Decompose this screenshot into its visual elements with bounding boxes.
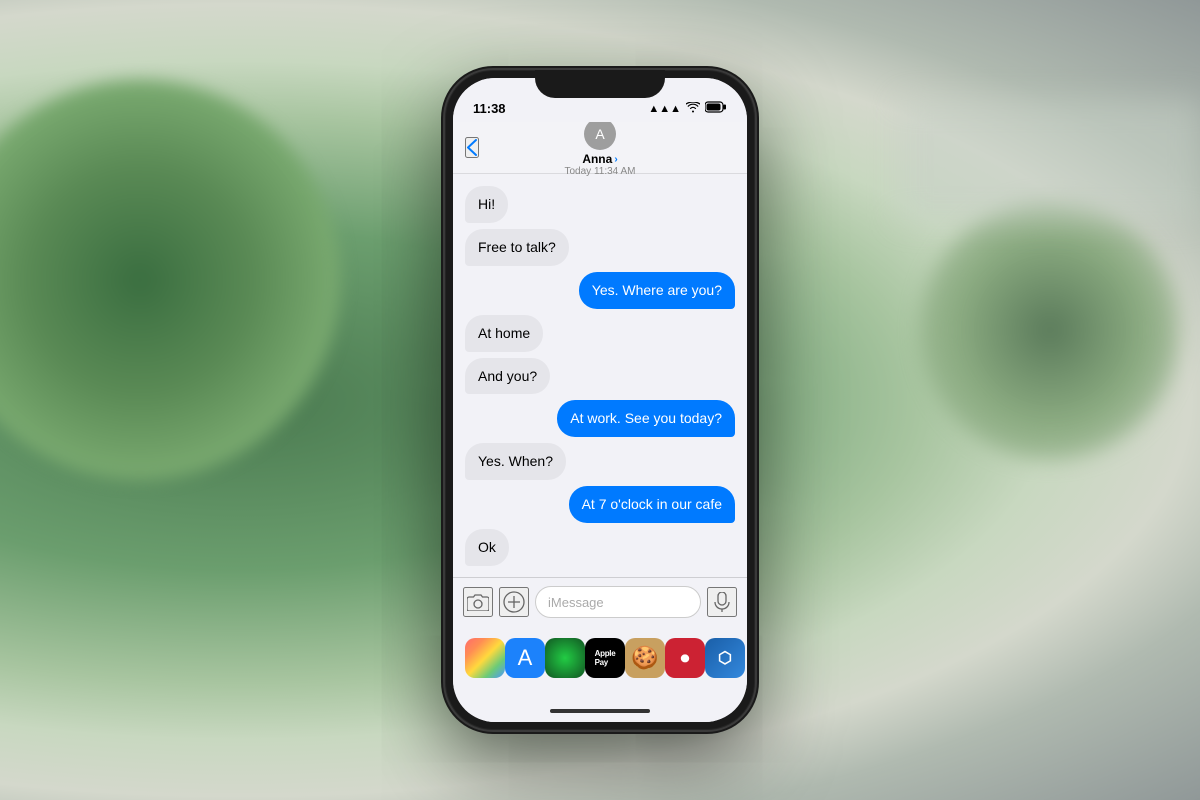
phone-screen: 11:38 ▲▲▲ xyxy=(453,78,747,722)
contact-avatar: A xyxy=(584,118,616,150)
appstore-icon[interactable]: A xyxy=(505,638,545,678)
imessage-input[interactable]: iMessage xyxy=(535,586,701,618)
dock: A ApplePay 🍪 ⏺ ⬡ xyxy=(453,626,747,700)
message-bubble: Hi! xyxy=(465,186,508,223)
home-indicator xyxy=(453,700,747,722)
contact-chevron: › xyxy=(614,154,617,165)
nav-timestamp: Today 11:34 AM xyxy=(565,166,636,177)
iphone: 11:38 ▲▲▲ xyxy=(445,70,755,730)
message-bubble: Yes. Where are you? xyxy=(579,272,735,309)
signal-icon: ▲▲▲ xyxy=(648,103,681,115)
message-bubble: Ok xyxy=(465,529,509,566)
applepay-icon[interactable]: ApplePay xyxy=(585,638,625,678)
contact-name[interactable]: Anna › xyxy=(582,152,617,166)
cookie-icon[interactable]: 🍪 xyxy=(625,638,665,678)
camera-button[interactable] xyxy=(463,587,493,617)
nav-center: A Anna › Today 11:34 AM xyxy=(565,118,636,177)
status-icons: ▲▲▲ xyxy=(648,101,727,116)
blue-app-icon[interactable]: ⬡ xyxy=(705,638,745,678)
nav-bar: A Anna › Today 11:34 AM xyxy=(453,122,747,174)
home-bar xyxy=(550,709,650,713)
photos-icon[interactable] xyxy=(465,638,505,678)
wifi-icon xyxy=(686,102,700,116)
apps-button[interactable] xyxy=(499,587,529,617)
message-bubble: At 7 o'clock in our cafe xyxy=(569,486,735,523)
messages-area: Hi! Free to talk? Yes. Where are you? At… xyxy=(453,174,747,577)
back-button[interactable] xyxy=(465,137,479,158)
phone-wrapper: 11:38 ▲▲▲ xyxy=(445,70,755,730)
battery-icon xyxy=(705,101,727,116)
input-placeholder: iMessage xyxy=(548,595,604,610)
message-bubble: Yes. When? xyxy=(465,443,566,480)
bg-blob-right xyxy=(920,200,1180,460)
bg-strip xyxy=(900,100,1200,220)
mic-button[interactable] xyxy=(707,587,737,617)
message-bubble: At work. See you today? xyxy=(557,400,735,437)
status-time: 11:38 xyxy=(473,101,506,116)
notch xyxy=(535,70,665,98)
circle-icon[interactable] xyxy=(545,638,585,678)
input-area: iMessage xyxy=(453,577,747,626)
message-bubble: Free to talk? xyxy=(465,229,569,266)
message-bubble: And you? xyxy=(465,358,550,395)
red-record-icon[interactable]: ⏺ xyxy=(665,638,705,678)
message-bubble-at-home: At home xyxy=(465,315,543,352)
